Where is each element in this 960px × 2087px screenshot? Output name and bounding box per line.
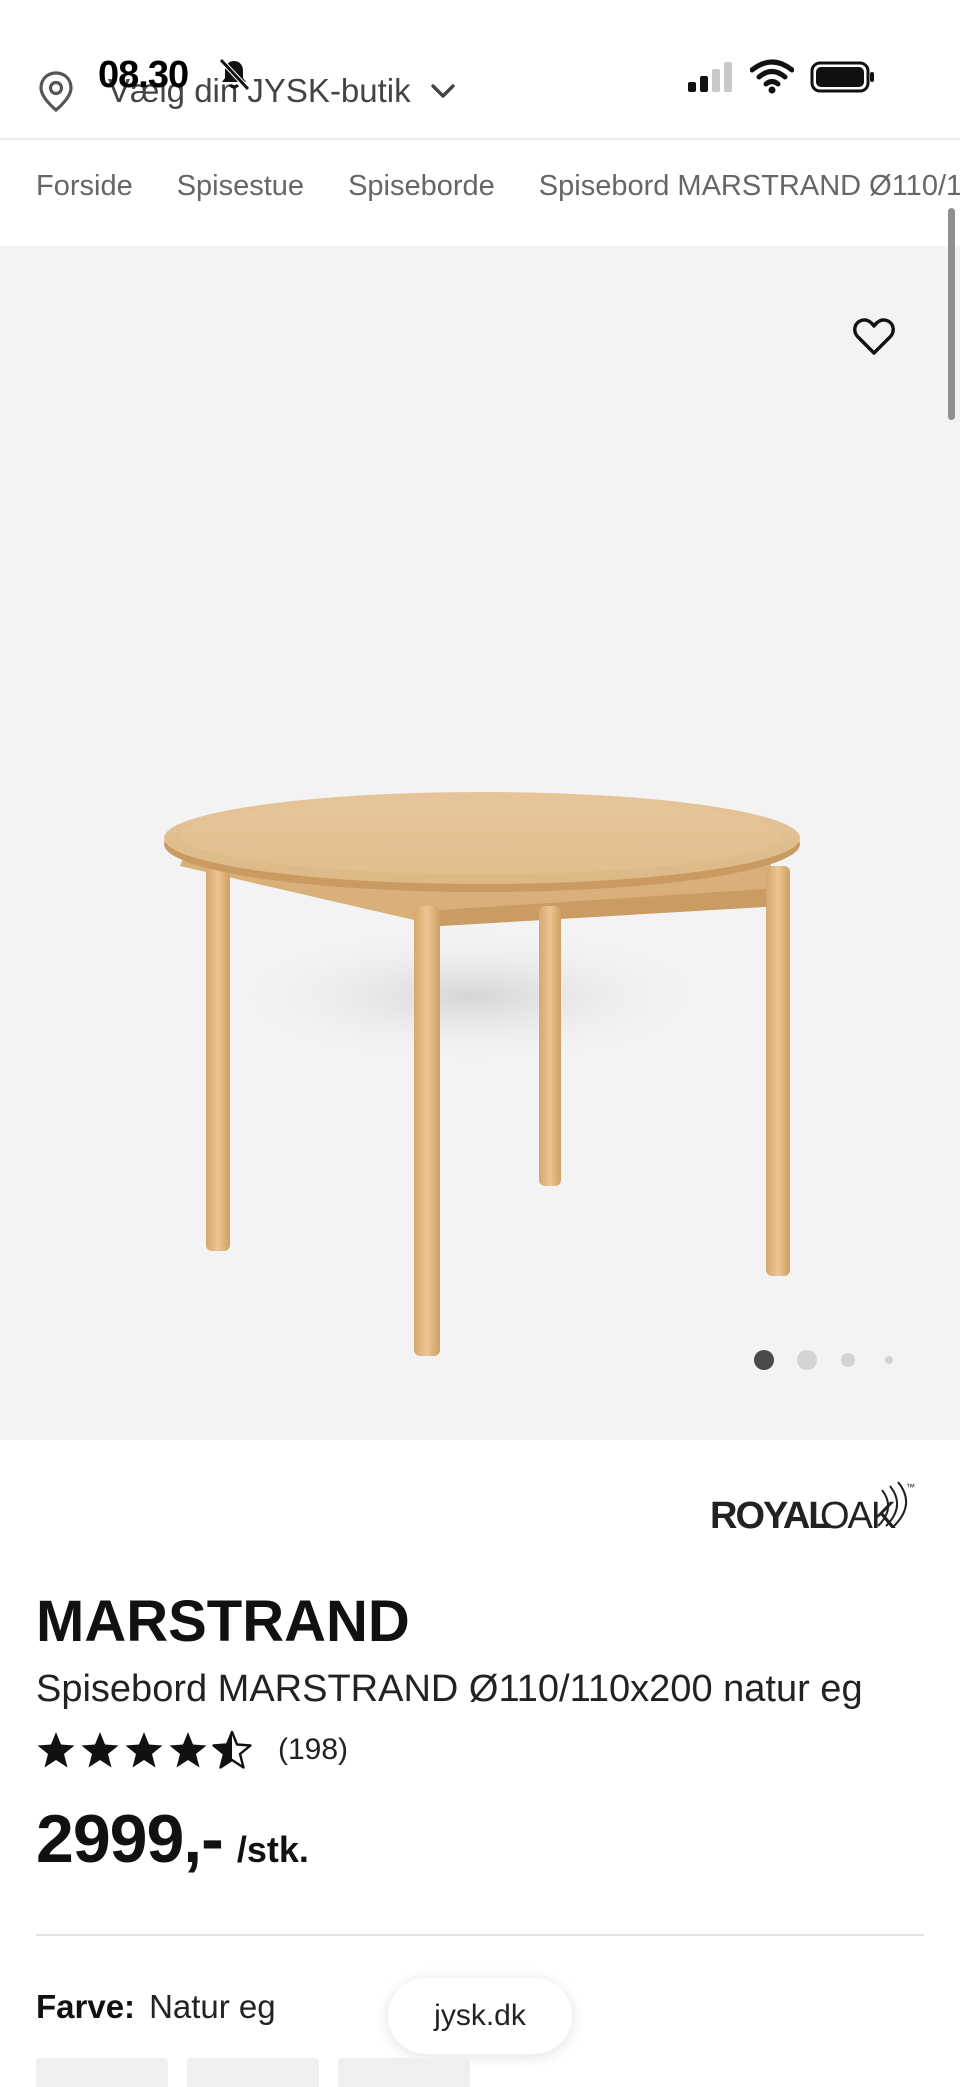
product-rating[interactable]: (198) [36,1730,348,1770]
page-scrollbar[interactable] [948,208,955,420]
star-icon [169,1732,207,1768]
color-value: Natur eg [149,1988,276,2025]
star-icon [125,1732,163,1768]
price-unit: /stk. [236,1829,309,1870]
star-half-icon [212,1730,252,1769]
signal-icon [688,62,732,92]
heart-icon[interactable] [852,316,896,356]
gallery-dot-active[interactable] [754,1350,774,1370]
royal-oak-logo: ROYAL OAK ™ [710,1481,915,1537]
svg-text:™: ™ [906,1482,915,1492]
section-divider [36,1934,924,1936]
site-header: Vælg din JYSK-butik 08.30 [0,0,960,140]
svg-text:ROYAL: ROYAL [710,1495,831,1537]
battery-icon [810,61,874,93]
breadcrumb-item-forside[interactable]: Forside [36,170,133,203]
location-pin-icon [39,71,73,112]
color-swatch[interactable] [187,2058,319,2087]
color-swatch[interactable] [36,2058,168,2087]
product-image [164,792,800,1356]
chevron-down-icon [430,84,455,98]
wifi-icon [750,59,794,94]
browser-url-bar[interactable]: jysk.dk [388,1978,572,2054]
gallery-dot[interactable] [841,1353,855,1367]
color-selector: Farve: Natur eg [36,1988,276,2026]
review-count: (198) [278,1733,349,1766]
breadcrumb: Forside Spisestue Spiseborde Spisebord M… [36,170,960,203]
product-gallery[interactable] [0,246,960,1440]
browser-url: jysk.dk [434,1999,526,2032]
color-swatch[interactable] [338,2058,470,2087]
breadcrumb-item-current: Spisebord MARSTRAND Ø110/110x200 natur e… [538,170,960,202]
bell-slash-icon [219,58,250,91]
product-price: 2999,- /stk. [36,1800,309,1878]
gallery-dot[interactable] [885,1356,893,1364]
product-description: Spisebord MARSTRAND Ø110/110x200 natur e… [36,1668,863,1710]
status-time: 08.30 [98,54,189,96]
price-value: 2999,- [36,1801,224,1877]
star-icon [81,1732,119,1768]
product-name: MARSTRAND [36,1589,410,1654]
color-label: Farve: [36,1988,136,2025]
gallery-dot[interactable] [797,1350,817,1370]
breadcrumb-item-spisestue[interactable]: Spisestue [177,170,304,203]
star-icon [37,1732,75,1768]
gallery-pagination [754,1350,893,1370]
breadcrumb-item-spiseborde[interactable]: Spiseborde [348,170,495,203]
